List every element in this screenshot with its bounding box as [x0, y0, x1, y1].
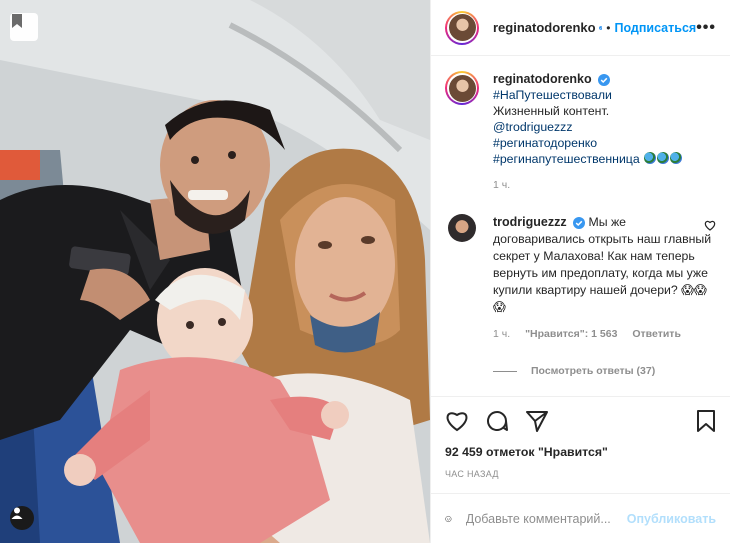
comment-time: 1 ч.	[493, 328, 511, 340]
reply-button[interactable]: Ответить	[632, 328, 681, 340]
comment-likes[interactable]: "Нравится": 1 563	[525, 328, 617, 340]
caption-username[interactable]: reginatodorenko	[493, 72, 592, 86]
mention-trodriguezzz[interactable]: @trodriguezzz	[493, 119, 682, 135]
hashtag-reginaputeshestvennitsa[interactable]: #регинапутешественница	[493, 152, 640, 166]
comment-input[interactable]	[465, 511, 627, 526]
author-username[interactable]: reginatodorenko	[493, 20, 596, 35]
post-details-panel: reginatodorenko • Подписаться ••• regina…	[430, 0, 730, 543]
tagged-users-button[interactable]	[10, 506, 34, 530]
caption-time: 1 ч.	[493, 179, 511, 191]
post-actions: 92 459 отметок "Нравится" ЧАС НАЗАД	[431, 396, 730, 479]
photo-illustration	[0, 0, 430, 543]
view-replies-label: Посмотреть ответы (37)	[531, 365, 656, 377]
comment-bubble-icon[interactable]	[485, 409, 509, 433]
comments-section[interactable]: reginatodorenko #НаПутешествовали Жизнен…	[431, 57, 730, 396]
comment-like-heart-icon[interactable]	[704, 220, 716, 231]
save-to-collection-button[interactable]	[10, 13, 38, 41]
caption-text: Жизненный контент.	[493, 104, 610, 118]
post-timestamp[interactable]: ЧАС НАЗАД	[445, 469, 716, 479]
like-heart-icon[interactable]	[445, 410, 469, 432]
caption-avatar[interactable]	[445, 71, 479, 105]
verified-badge-icon	[573, 216, 586, 229]
verified-badge-icon	[598, 25, 603, 30]
emoji-smiley-icon[interactable]	[445, 507, 452, 531]
globe-emoji-icon	[643, 152, 683, 166]
more-options-button[interactable]: •••	[696, 19, 716, 37]
author-avatar[interactable]	[445, 10, 479, 45]
follow-button[interactable]: Подписаться	[614, 21, 696, 35]
user-icon	[11, 507, 23, 519]
post-photo[interactable]	[0, 0, 430, 543]
bookmark-icon[interactable]	[696, 409, 716, 433]
hashtag-reginatodorenko[interactable]: #регинатодоренко	[493, 135, 682, 151]
comment-text: Мы же договаривались открыть наш главный…	[493, 215, 712, 314]
verified-badge-icon	[598, 73, 611, 86]
bookmark-icon	[12, 14, 22, 28]
commenter-avatar[interactable]	[448, 214, 476, 242]
replies-divider	[493, 371, 517, 372]
comment-meta: 1 ч. "Нравится": 1 563 Ответить	[493, 326, 713, 343]
commenter-username[interactable]: trodriguezzz	[493, 215, 567, 229]
hashtag-napu[interactable]: #НаПутешествовали	[493, 87, 682, 103]
separator-dot: •	[606, 20, 611, 35]
view-replies-button[interactable]: Посмотреть ответы (37)	[493, 363, 713, 380]
caption: reginatodorenko #НаПутешествовали Жизнен…	[445, 71, 716, 193]
add-comment-bar: Опубликовать	[431, 493, 730, 543]
share-paper-plane-icon[interactable]	[525, 410, 549, 432]
comment: trodriguezzz Мы же договаривались открыт…	[445, 214, 716, 380]
publish-button[interactable]: Опубликовать	[627, 512, 716, 526]
likes-count[interactable]: 92 459 отметок "Нравится"	[445, 445, 716, 459]
post-header: reginatodorenko • Подписаться •••	[431, 0, 730, 56]
